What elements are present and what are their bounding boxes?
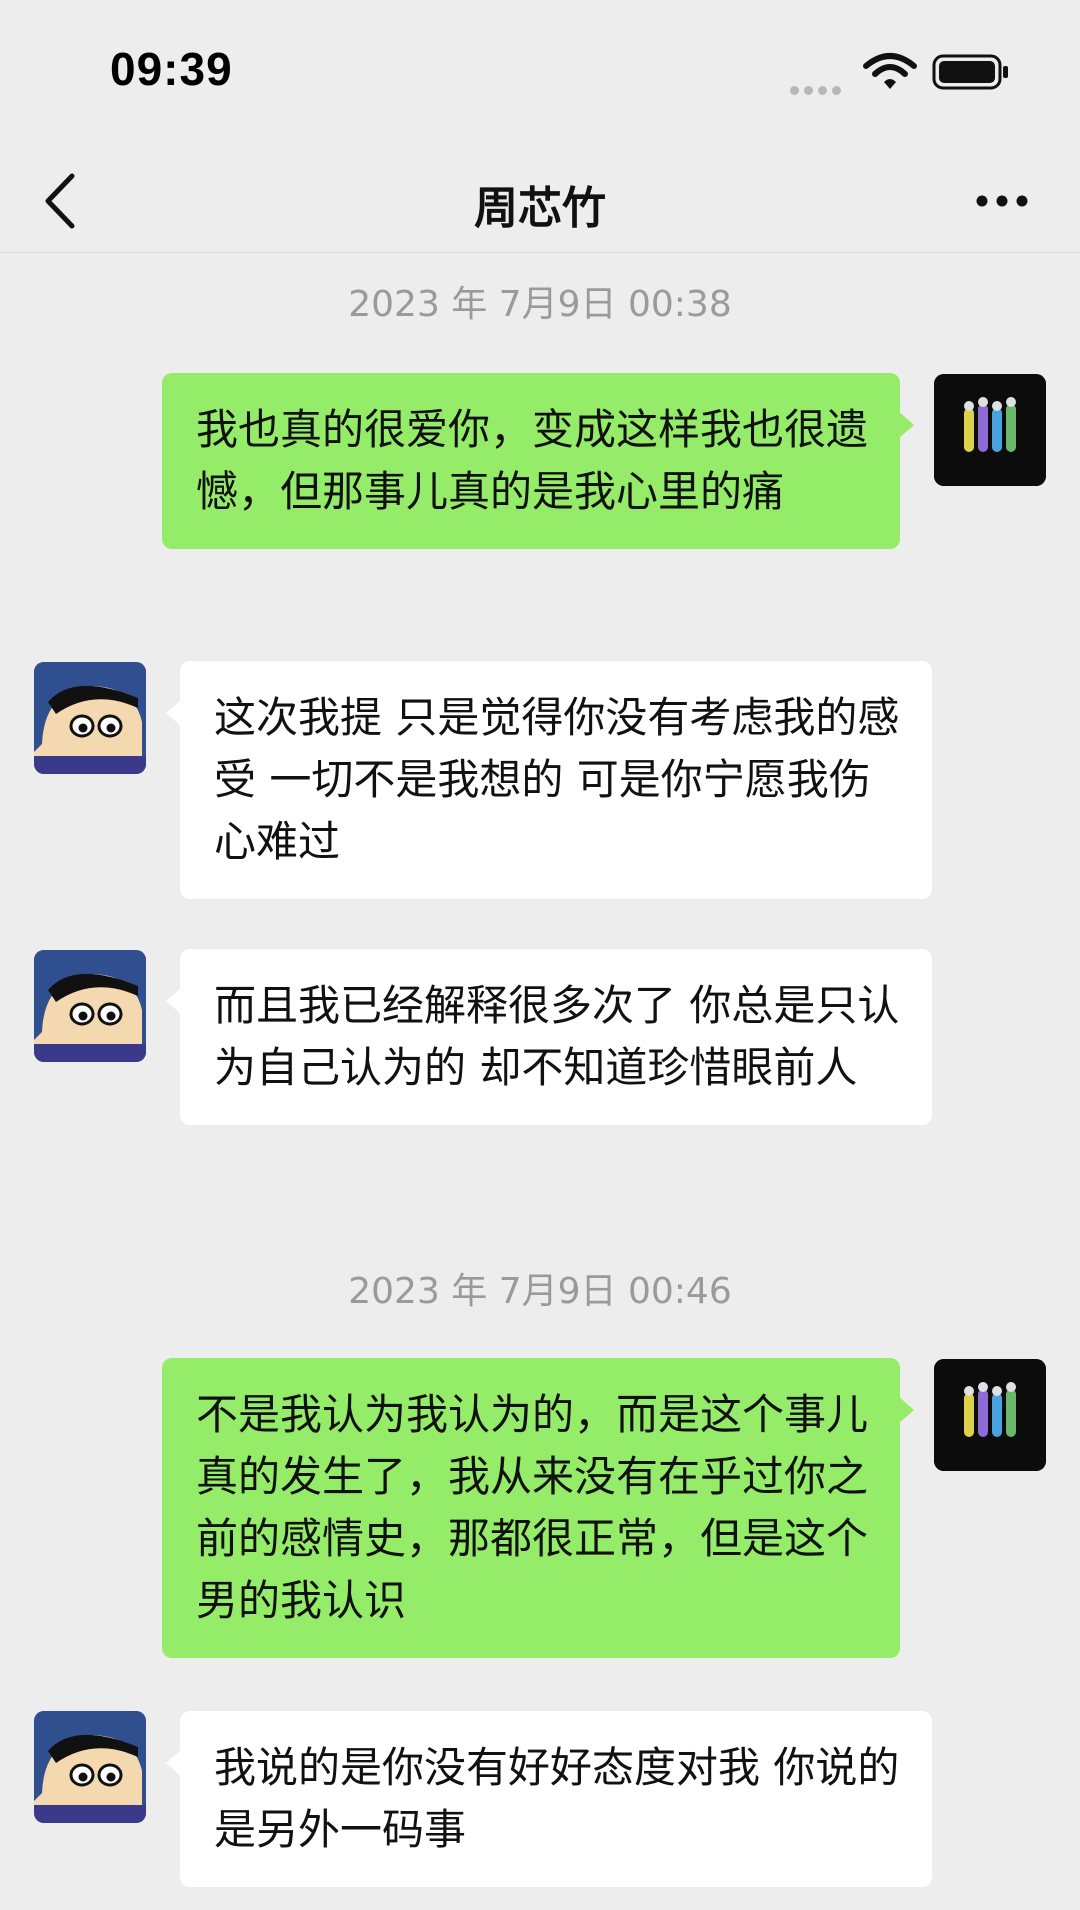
message-text: 不是我认为我认为的，而是这个事儿真的发生了，我从来没有在乎过你之前的感情史，那都… (196, 1390, 869, 1625)
message-text: 这次我提 只是觉得你没有考虑我的感受 一切不是我想的 可是你宁愿我伤心难过 (214, 693, 900, 866)
chat-timestamp: 2023 年 7月9日 00:38 (348, 284, 732, 325)
cellular-signal-icon (790, 80, 846, 95)
wifi-icon (863, 53, 917, 89)
message-text: 而且我已经解释很多次了 你总是只认为自己认为的 却不知道珍惜眼前人 (214, 981, 900, 1092)
avatar-contact[interactable] (34, 950, 146, 1062)
cartoon-avatar-icon (34, 1711, 146, 1823)
avatar-contact[interactable] (34, 1711, 146, 1823)
message-bubble-sent[interactable]: 不是我认为我认为的，而是这个事儿真的发生了，我从来没有在乎过你之前的感情史，那都… (162, 1358, 914, 1658)
message-bubble-sent[interactable]: 我也真的很爱你，变成这样我也很遗憾，但那事儿真的是我心里的痛 (162, 373, 914, 549)
message-bubble-received[interactable]: 这次我提 只是觉得你没有考虑我的感受 一切不是我想的 可是你宁愿我伤心难过 (166, 661, 932, 899)
battery-icon (932, 54, 1008, 90)
avatar-self[interactable] (934, 1359, 1046, 1471)
album-art-icon (934, 374, 1046, 486)
status-time: 09:39 (110, 43, 233, 95)
status-bar: 09:39 (0, 0, 1080, 150)
chat-title: 周芯竹 (474, 183, 606, 234)
avatar-contact[interactable] (34, 662, 146, 774)
chat-timestamp: 2023 年 7月9日 00:46 (348, 1271, 732, 1312)
more-dots-icon[interactable] (974, 186, 1030, 216)
message-bubble-received[interactable]: 而且我已经解释很多次了 你总是只认为自己认为的 却不知道珍惜眼前人 (166, 949, 932, 1125)
message-text: 我也真的很爱你，变成这样我也很遗憾，但那事儿真的是我心里的痛 (196, 405, 869, 516)
cartoon-avatar-icon (34, 950, 146, 1062)
cartoon-avatar-icon (34, 662, 146, 774)
message-text: 我说的是你没有好好态度对我 你说的是另外一码事 (214, 1743, 900, 1854)
avatar-self[interactable] (934, 374, 1046, 486)
album-art-icon (934, 1359, 1046, 1471)
message-bubble-received[interactable]: 我说的是你没有好好态度对我 你说的是另外一码事 (166, 1711, 932, 1887)
chat-header: 周芯竹 (0, 150, 1080, 253)
